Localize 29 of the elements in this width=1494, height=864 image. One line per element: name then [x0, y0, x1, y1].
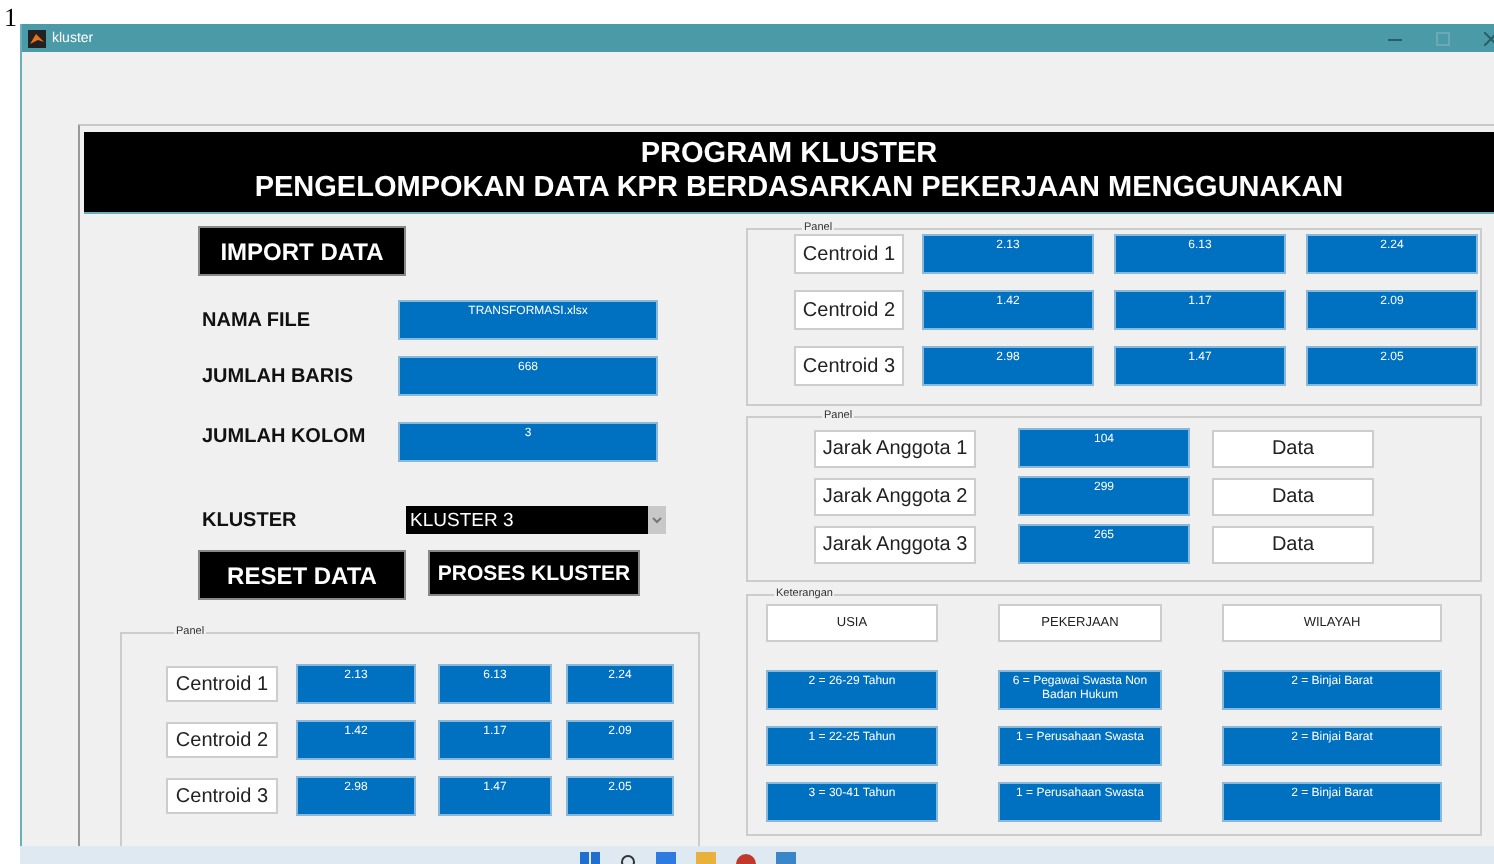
page-marker: 1: [4, 6, 17, 30]
centroid-label: Centroid 3: [166, 778, 278, 814]
process-button[interactable]: PROSES KLUSTER: [428, 550, 640, 596]
centroid-label: Centroid 2: [794, 290, 904, 330]
field-label: JUMLAH BARIS: [200, 365, 356, 387]
distance-label: Jarak Anggota 1: [814, 429, 976, 467]
close-icon[interactable]: [1484, 31, 1494, 45]
field-label: JUMLAH KOLOM: [200, 426, 368, 448]
reset-button[interactable]: RESET DATA: [198, 550, 406, 600]
field-label: NAMA FILE: [200, 309, 313, 331]
maximize-icon[interactable]: [1436, 31, 1450, 45]
app-icon: [28, 29, 46, 47]
header-title: PENGELOMPOKAN DATA KPR BERDASARKAN PEKERJAAN MENGGUNAKAN: [252, 172, 1344, 206]
centroid-label: Centroid 3: [794, 346, 904, 386]
caret-icon: [648, 506, 666, 534]
centroid-label: Centroid 1: [166, 666, 278, 702]
data-button[interactable]: Data: [1212, 525, 1374, 563]
windows-icon[interactable]: [580, 852, 600, 864]
data-button[interactable]: Data: [1212, 477, 1374, 515]
import-button[interactable]: IMPORT DATA: [198, 226, 406, 276]
centroid-label: Centroid 2: [166, 722, 278, 758]
centroid-label: Centroid 1: [794, 234, 904, 274]
header-title: PROGRAM KLUSTER: [640, 138, 938, 172]
cluster-dropdown[interactable]: KLUSTER 3: [406, 506, 666, 534]
field-label: KLUSTER: [200, 509, 299, 531]
distance-label: Jarak Anggota 2: [814, 477, 976, 515]
search-icon[interactable]: [620, 852, 636, 864]
distance-label: Jarak Anggota 3: [814, 525, 976, 563]
data-button[interactable]: Data: [1212, 429, 1374, 467]
